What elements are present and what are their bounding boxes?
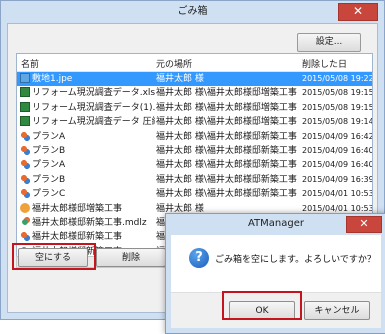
list-item-location: 福井太郎 様\福井太郎様邸増築工事 <box>156 102 297 113</box>
house-icon <box>20 202 30 213</box>
mdlz-file-icon <box>20 216 30 227</box>
list-item-name: プランA <box>20 130 155 143</box>
plan-icon <box>20 231 30 242</box>
ok-button-highlight <box>222 291 302 320</box>
plan-icon <box>20 173 30 184</box>
list-item-date: 2015/04/09 16:40 <box>302 145 372 155</box>
column-header-deleted[interactable]: 削除した日 <box>302 57 347 70</box>
plan-icon <box>20 188 30 199</box>
settings-button[interactable]: 設定... <box>297 33 361 52</box>
excel-file-icon <box>20 116 30 127</box>
list-item[interactable]: リフォーム現況調査データ.xls 福井太郎 様\福井太郎様邸増築工事 2015/05… <box>17 86 372 100</box>
cancel-button[interactable]: キャンセル <box>304 301 370 320</box>
empty-button-highlight <box>12 243 96 270</box>
list-item-name: プランB <box>20 144 155 157</box>
list-item-name-text: リフォーム現況調査データ.xls <box>32 88 155 99</box>
list-item-name: プランA <box>20 159 155 171</box>
list-item-date: 2015/04/09 16:42 <box>302 131 372 141</box>
column-header-location[interactable]: 元の場所 <box>156 57 192 70</box>
list-item-location: 福井太郎 様\福井太郎様邸新築工事 <box>156 131 297 142</box>
plan-icon <box>20 144 30 155</box>
list-item-date: 2015/04/09 16:39 <box>302 174 372 184</box>
list-item[interactable]: プランB 福井太郎 様\福井太郎様邸新築工事 2015/04/09 16:39 <box>17 173 372 187</box>
list-item-date: 2015/04/01 10:53 <box>302 189 372 199</box>
list-item-name-text: プランB <box>32 174 66 185</box>
list-item-location: 福井太郎 様\福井太郎様邸新築工事 <box>156 160 297 171</box>
list-item-location: 福井太郎 様\福井太郎様邸新築工事 <box>156 174 297 185</box>
dialog-close-button[interactable]: ✕ <box>346 216 382 233</box>
dialog-message: ごみ箱を空にします。よろしいですか？ <box>215 255 376 265</box>
list-item-name: リフォーム現況調査データ(1).xls <box>20 101 155 114</box>
excel-file-icon <box>20 101 30 112</box>
question-icon: ? <box>189 248 209 268</box>
list-item-location: 福井太郎 様\福井太郎様邸増築工事 <box>156 88 297 99</box>
list-item-location: 福井太郎 様\福井太郎様邸増築工事 <box>156 117 297 128</box>
excel-file-icon <box>20 87 30 98</box>
list-item[interactable]: リフォーム現況調査データ(1).xls 福井太郎 様\福井太郎様邸増築工事 2015… <box>17 101 372 115</box>
window-title: ごみ箱 <box>177 6 208 17</box>
list-item-date: 2015/05/08 19:15 <box>302 102 372 112</box>
list-item-name: 福井太郎様邸新築工事 <box>20 231 155 243</box>
list-item-name: プランB <box>20 173 155 186</box>
list-item-name-text: リフォーム現況調査データ(1).xls <box>32 102 155 113</box>
list-item-name: リフォーム現況調査データ.xls <box>20 87 155 99</box>
list-item-name-text: 福井太郎様邸新築工事 <box>32 232 123 243</box>
list-item-name: リフォーム現況調査データ 圧縮... <box>20 116 155 128</box>
list-item-name-text: プランA <box>32 160 66 171</box>
list-item-name-text: プランC <box>32 189 66 200</box>
list-item-date: 2015/05/08 19:15 <box>302 88 372 98</box>
list-item[interactable]: プランB 福井太郎 様\福井太郎様邸新築工事 2015/04/09 16:40 <box>17 144 372 158</box>
list-item-name: プランC <box>20 188 155 200</box>
plan-icon <box>20 159 30 170</box>
list-item-name-text: 福井太郎様邸新築工事.mdlz <box>32 217 147 228</box>
delete-button[interactable]: 削除 <box>96 248 166 267</box>
list-item-name: 敷地1.jpe <box>20 73 155 85</box>
list-item-date: 2015/05/08 19:14 <box>302 117 372 127</box>
list-item-name-text: リフォーム現況調査データ 圧縮... <box>32 117 155 128</box>
list-item[interactable]: プランC 福井太郎 様\福井太郎様邸新築工事 2015/04/01 10:53 <box>17 187 372 201</box>
list-item-date: 2015/05/08 19:22 <box>302 74 372 83</box>
list-item-name: 福井太郎様邸新築工事.mdlz <box>20 216 155 229</box>
list-item-name-text: 福井太郎様邸増築工事 <box>32 203 123 214</box>
list-item-location: 福井太郎 様\福井太郎様邸新築工事 <box>156 145 297 156</box>
list-item-location: 福井太郎 様 <box>156 74 204 84</box>
list-item-name-text: 敷地1.jpe <box>32 74 73 84</box>
list-item-name: 福井太郎様邸増築工事 <box>20 202 155 215</box>
list-item[interactable]: 敷地1.jpe 福井太郎 様 2015/05/08 19:22 <box>17 72 372 87</box>
column-header-name[interactable]: 名前 <box>21 57 39 70</box>
image-file-icon <box>20 73 30 83</box>
list-item[interactable]: プランA 福井太郎 様\福井太郎様邸新築工事 2015/04/09 16:42 <box>17 130 372 144</box>
list-item-location: 福井太郎 様\福井太郎様邸新築工事 <box>156 189 297 200</box>
list-item-name-text: プランB <box>32 145 66 156</box>
list-item[interactable]: リフォーム現況調査データ 圧縮...福井太郎 様\福井太郎様邸増築工事 2015/… <box>17 115 372 129</box>
window-close-button[interactable]: ✕ <box>338 3 378 21</box>
list-item-name-text: プランA <box>32 131 66 142</box>
list-item-date: 2015/04/09 16:40 <box>302 160 372 170</box>
plan-icon <box>20 130 30 141</box>
list-item[interactable]: プランA 福井太郎 様\福井太郎様邸新築工事 2015/04/09 16:40 <box>17 158 372 172</box>
list-header: 名前 元の場所 削除した日 <box>17 54 372 72</box>
